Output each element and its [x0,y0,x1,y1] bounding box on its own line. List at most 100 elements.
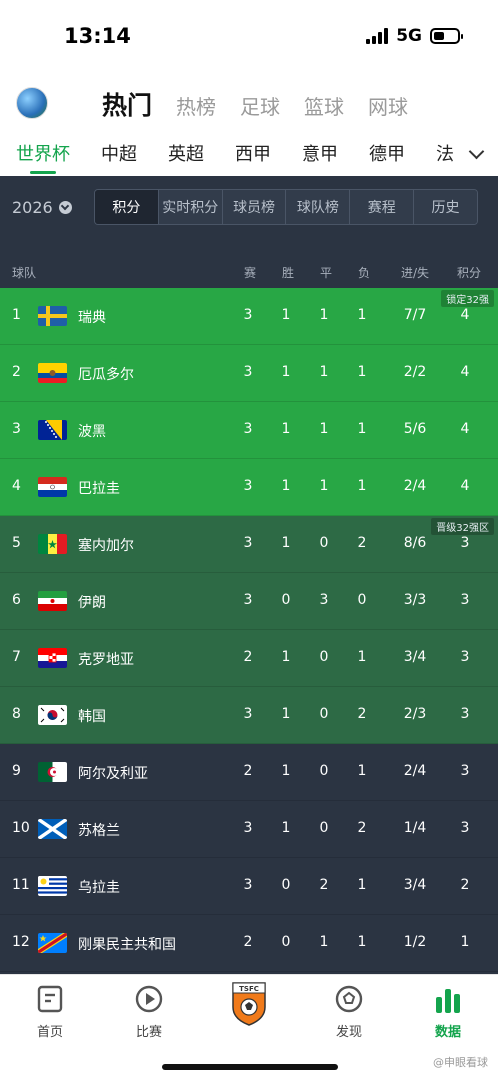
season-selector[interactable]: 2026 [12,198,72,217]
played: 2 [243,649,253,665]
league-tab-serie-a[interactable]: 意甲 [302,140,338,166]
rank: 3 [12,421,21,437]
wins: 1 [281,649,291,665]
league-tab-bundesliga[interactable]: 德甲 [369,140,405,166]
tab-hot[interactable]: 热门 [102,86,152,122]
losses: 1 [357,364,367,380]
segment-schedule[interactable]: 赛程 [350,190,415,224]
played: 3 [243,877,253,893]
league-tab-laliga[interactable]: 西甲 [235,140,271,166]
team-name: 巴拉圭 [78,481,120,497]
bosnia-flag-icon [38,420,67,440]
croatia-flag-icon [38,648,67,668]
table-row[interactable]: 10 苏格兰 3 1 0 2 1/4 3 [0,801,498,858]
rank: 11 [12,877,30,893]
points: 3 [460,649,470,665]
played: 2 [243,763,253,779]
segment-live-standings[interactable]: 实时积分 [158,190,223,224]
table-row[interactable]: 7 克罗地亚 2 1 0 1 3/4 3 [0,630,498,687]
table-row[interactable]: 3 波黑 3 1 1 1 5/6 4 [0,402,498,459]
played: 3 [243,364,253,380]
table-row[interactable]: 6 伊朗 3 0 3 0 3/3 3 [0,573,498,630]
table-row[interactable]: 12 刚果民主共和国 2 0 1 1 1/2 1 [0,915,498,972]
header-team: 球队 [12,266,37,280]
draws: 0 [319,706,329,722]
season-label: 2026 [12,198,53,217]
header-loss: 负 [358,266,371,280]
points: 2 [460,877,470,893]
tab-data[interactable]: 数据 [408,983,488,1040]
points: 3 [460,706,470,722]
chevron-down-icon [58,201,72,214]
wins: 1 [281,307,291,323]
points: 4 [460,421,470,437]
draws: 1 [319,934,329,950]
league-tab-csl[interactable]: 中超 [101,140,137,166]
table-row[interactable]: 8 韩国 3 1 0 2 2/3 3 [0,687,498,744]
segment-team-rank[interactable]: 球队榜 [286,190,351,224]
goals-for-against: 5/6 [403,421,427,437]
segment-history[interactable]: 历史 [414,190,477,224]
table-header: 球队 赛 胜 平 负 进/失 积分 [0,256,498,288]
table-row[interactable]: 5 塞内加尔 3 1 0 2 8/6 3 晋级32强区 [0,516,498,573]
tab-trending[interactable]: 热榜 [176,91,216,120]
avatar[interactable] [16,87,48,119]
nav-tabs: 热门 热榜 足球 篮球 网球 [102,86,408,122]
tab-home[interactable]: 首页 [10,983,90,1040]
scotland-flag-icon [38,819,67,839]
table-row[interactable]: 4 巴拉圭 3 1 1 1 2/4 4 [0,459,498,516]
league-tab-world-cup[interactable]: 世界杯 [16,140,70,174]
ecuador-flag-icon [38,363,67,383]
signal-icon [366,28,389,44]
tab-matches[interactable]: 比赛 [109,983,189,1040]
standings-panel: 2026 积分 实时积分 球员榜 球队榜 赛程 历史 球队 赛 胜 平 负 进/… [0,176,498,974]
draws: 2 [319,877,329,893]
goals-for-against: 2/2 [403,364,427,380]
status-time: 13:14 [64,24,131,48]
league-tab-ligue1[interactable]: 法 [436,140,454,166]
tab-data-label: 数据 [434,1025,461,1040]
segment-standings[interactable]: 积分 [95,190,159,224]
team-name: 波黑 [78,424,106,440]
losses: 1 [357,934,367,950]
tab-tennis[interactable]: 网球 [368,91,408,120]
points: 3 [460,763,470,779]
draws: 1 [319,478,329,494]
table-row[interactable]: 11 乌拉圭 3 0 2 1 3/4 2 [0,858,498,915]
korea-flag-icon [38,705,67,725]
league-tab-epl[interactable]: 英超 [168,140,204,166]
goals-for-against: 1/2 [403,934,427,950]
draws: 1 [319,364,329,380]
rank: 4 [12,478,21,494]
header-win: 胜 [282,266,295,280]
table-row[interactable]: 1 瑞典 3 1 1 1 7/7 4 锁定32强 [0,288,498,345]
svg-text:TSFC: TSFC [239,985,259,993]
wins: 1 [281,535,291,551]
rank: 8 [12,706,21,722]
team-name: 瑞典 [78,310,106,326]
losses: 0 [357,592,367,608]
segment-player-rank[interactable]: 球员榜 [222,190,287,224]
table-row[interactable]: 2 厄瓜多尔 3 1 1 1 2/2 4 [0,345,498,402]
goals-for-against: 3/4 [403,649,427,665]
losses: 1 [357,877,367,893]
tab-football[interactable]: 足球 [240,91,280,120]
tab-matches-label: 比赛 [135,1025,162,1040]
table-row[interactable]: 9 阿尔及利亚 2 1 0 1 2/4 3 [0,744,498,801]
paraguay-flag-icon [38,477,67,497]
tab-basketball[interactable]: 篮球 [304,91,344,120]
zone-badge: 锁定32强 [441,290,494,307]
goals-for-against: 3/3 [403,592,427,608]
tab-club[interactable]: TSFC [209,982,289,1027]
network-type: 5G [396,26,422,46]
tab-discover[interactable]: 发现 [309,983,389,1040]
points: 3 [460,535,470,551]
played: 3 [243,535,253,551]
wins: 0 [281,934,291,950]
club-crest-icon: TSFC [232,982,266,1026]
losses: 1 [357,763,367,779]
played: 3 [243,421,253,437]
wins: 1 [281,706,291,722]
draws: 0 [319,820,329,836]
points: 4 [460,364,470,380]
